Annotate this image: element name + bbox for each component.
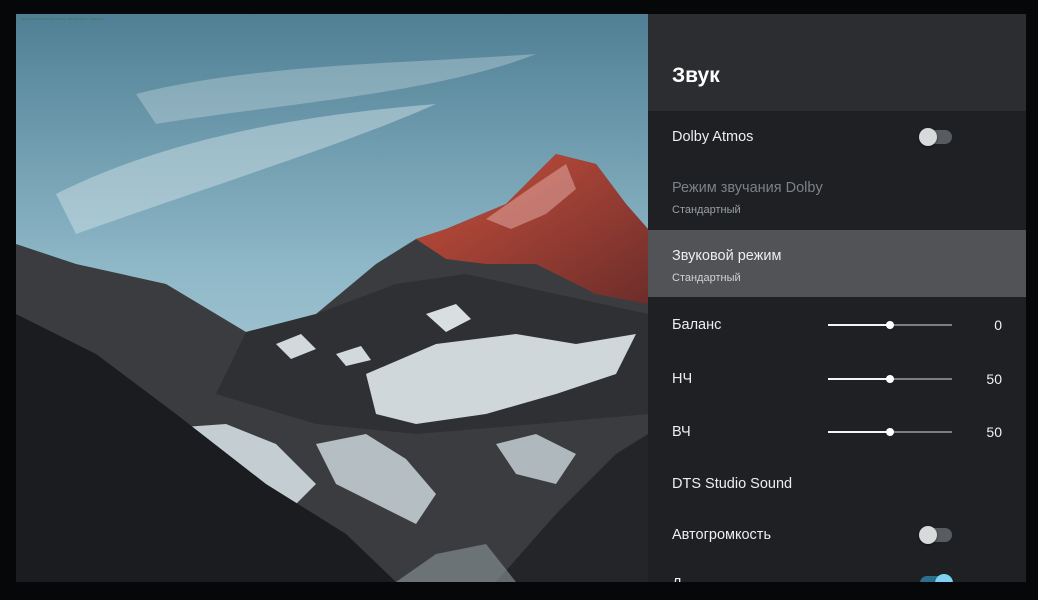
treble-slider[interactable] — [828, 428, 952, 436]
bass-slider[interactable] — [828, 375, 952, 383]
slider-thumb[interactable] — [886, 321, 894, 329]
menu-item-dts-studio-sound[interactable]: DTS Studio Sound — [648, 458, 1026, 508]
menu-item-label: Автогромкость — [672, 527, 772, 543]
toggle-knob — [919, 128, 937, 146]
auto-volume-toggle[interactable] — [919, 526, 952, 544]
menu-item-balance[interactable]: Баланс 0 — [648, 297, 1026, 351]
slider-fill — [828, 378, 890, 380]
sound-settings-panel: Звук Dolby Atmos Режим звучания Dolby Ст… — [648, 14, 1026, 582]
menu-item-sound-mode[interactable]: Звуковой режим Стандартный — [648, 230, 1026, 297]
menu-item-label: DTS Studio Sound — [672, 476, 793, 492]
menu-item-label: НЧ — [672, 371, 693, 387]
bass-value: 50 — [986, 371, 1002, 387]
menu-item-treble[interactable]: ВЧ 50 — [648, 404, 1026, 458]
menu-item-label: Режим звучания Dolby — [672, 180, 823, 196]
panel-header: Звук — [648, 14, 1026, 111]
background-photo: ▪▪▪▪▪▪▪▪▪▪▪▪▪▪▪▪▪▪ ▪▪▪▪▪▪▪▪ ▪▪▪▪▪▪ — [16, 14, 648, 582]
menu-item-bass[interactable]: НЧ 50 — [648, 351, 1026, 404]
menu-item-label: Баланс — [672, 317, 722, 333]
balance-slider[interactable] — [828, 321, 952, 329]
osd-debug-text: ▪▪▪▪▪▪▪▪▪▪▪▪▪▪▪▪▪▪ ▪▪▪▪▪▪▪▪ ▪▪▪▪▪▪ — [22, 16, 104, 21]
slider-fill — [828, 324, 890, 326]
menu-item-label: ВЧ — [672, 424, 691, 440]
partial-item-toggle[interactable] — [920, 574, 953, 582]
toggle-knob — [935, 574, 953, 582]
menu-item-dolby-mode: Режим звучания Dolby Стандартный — [648, 163, 1026, 230]
tv-screen: ▪▪▪▪▪▪▪▪▪▪▪▪▪▪▪▪▪▪ ▪▪▪▪▪▪▪▪ ▪▪▪▪▪▪ Звук … — [16, 14, 1026, 582]
slider-thumb[interactable] — [886, 375, 894, 383]
menu-item-label: Звуковой режим — [672, 248, 782, 264]
page-title: Звук — [672, 64, 720, 87]
menu-item-auto-volume[interactable]: Автогромкость — [648, 508, 1026, 560]
dolby-atmos-toggle[interactable] — [919, 128, 952, 146]
treble-value: 50 — [986, 424, 1002, 440]
balance-value: 0 — [994, 317, 1002, 333]
slider-thumb[interactable] — [886, 428, 894, 436]
toggle-knob — [919, 526, 937, 544]
menu-item-label: Dolby Atmos — [672, 129, 754, 145]
slider-fill — [828, 431, 890, 433]
menu-item-dolby-atmos[interactable]: Dolby Atmos — [648, 111, 1026, 163]
menu-item-partial[interactable]: Д — [648, 560, 1026, 582]
menu-item-label: Д — [672, 576, 682, 582]
menu-item-value: Стандартный — [672, 204, 741, 216]
menu-item-value: Стандартный — [672, 272, 741, 284]
